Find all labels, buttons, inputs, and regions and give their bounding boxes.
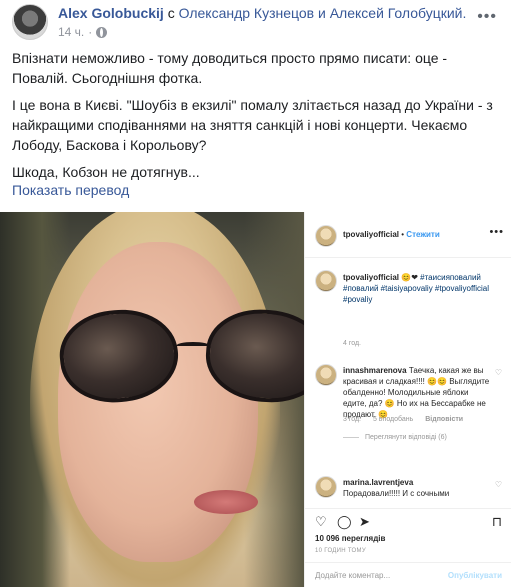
ig-comment-text: marina.lavrentjeva Порадовали!!!!! И с с… — [343, 477, 491, 499]
face — [55, 242, 304, 562]
show-translation-link[interactable]: Показать перевод — [12, 182, 129, 198]
ig-view-replies-button[interactable]: Переглянути відповіді (6) — [343, 434, 447, 441]
ig-post-header: tpovaliyofficial • Стежити ••• — [305, 212, 511, 258]
post-time[interactable]: 14 ч. — [58, 25, 84, 39]
post-header: Alex Golobuckij с Олександр Кузнецов и А… — [0, 0, 511, 46]
ig-comment-body: Порадовали!!!!! И с сочными — [343, 489, 450, 498]
sunglasses-right-lens — [202, 305, 304, 407]
instagram-side-panel: tpovaliyofficial • Стежити ••• tpovaliyo… — [304, 212, 511, 587]
share-icon[interactable]: ➤ — [359, 515, 370, 528]
ellipsis-icon[interactable]: ••• — [489, 226, 504, 238]
with-word: с — [167, 5, 175, 21]
ig-caption-age: 4 год. — [343, 340, 362, 347]
sunglasses-bridge — [176, 342, 210, 350]
sunglasses-left-lens — [55, 304, 183, 408]
ig-comment-likes[interactable]: 5 вподобань — [373, 416, 413, 423]
globe-icon[interactable] — [96, 26, 108, 38]
heart-icon[interactable]: ♡ — [495, 480, 502, 489]
ig-caption-username[interactable]: tpovaliyofficial — [343, 273, 399, 282]
ig-commenter-username[interactable]: innashmarenova — [343, 366, 407, 375]
ig-comment-input[interactable]: Додайте коментар... — [315, 571, 390, 580]
post-text: Впізнати неможливо - тому доводиться про… — [12, 48, 502, 189]
ig-post-age: 10 ГОДИН ТОМУ — [315, 548, 366, 554]
ig-comment-text: innashmarenova Таечка, какая же вы краси… — [343, 365, 491, 420]
comment-icon[interactable]: ◯ — [337, 515, 352, 528]
ig-reply-button[interactable]: Відповісти — [425, 416, 463, 423]
ig-view-count[interactable]: 10 096 переглядів — [315, 534, 385, 543]
tagged-people[interactable]: Олександр Кузнецов и Алексей Голобуцкий. — [179, 5, 467, 21]
ig-username[interactable]: tpovaliyofficial — [343, 230, 399, 239]
ig-add-comment-bar: Додайте коментар... Опублікувати — [305, 562, 511, 587]
post-paragraph: Шкода, Кобзон не дотягнув... — [12, 164, 200, 180]
post-meta: 14 ч. · — [58, 25, 108, 39]
dot-separator: · — [88, 25, 93, 39]
author-line: Alex Golobuckij с Олександр Кузнецов и А… — [58, 5, 466, 21]
post-paragraph: І це вона в Києві. "Шоубіз в екзилі" пом… — [12, 97, 493, 153]
author-avatar[interactable] — [12, 4, 48, 40]
author-name[interactable]: Alex Golobuckij — [58, 5, 164, 21]
lips — [194, 490, 258, 514]
heart-icon[interactable]: ♡ — [315, 515, 327, 528]
ig-separator: • — [401, 230, 405, 239]
instagram-screenshot[interactable]: tpovaliyofficial • Стежити ••• tpovaliyo… — [0, 212, 511, 587]
ig-avatar[interactable] — [315, 225, 337, 247]
ig-comment-age: 3 год. — [343, 416, 362, 423]
bookmark-icon[interactable]: ⊓ — [492, 515, 502, 528]
ig-comment-meta: 3 год. 5 вподобань Відповісти — [343, 416, 473, 423]
post-paragraph: Впізнати неможливо - тому доводиться про… — [12, 50, 448, 86]
ig-publish-button[interactable]: Опублікувати — [448, 571, 502, 580]
ig-caption-text: tpovaliyofficial 😊❤ #таисияповалий #пова… — [343, 272, 503, 305]
ig-caption-emoji: 😊❤ — [401, 273, 418, 282]
ig-header-line: tpovaliyofficial • Стежити — [343, 230, 440, 239]
selfie-photo — [0, 212, 304, 587]
ig-follow-button[interactable]: Стежити — [406, 230, 439, 239]
ig-commenter-avatar[interactable] — [315, 364, 337, 386]
ellipsis-icon[interactable]: ••• — [477, 8, 497, 26]
ig-commenter-avatar[interactable] — [315, 476, 337, 498]
ig-action-bar: ♡ ◯ ➤ ⊓ — [305, 508, 511, 532]
ig-commenter-username[interactable]: marina.lavrentjeva — [343, 478, 413, 487]
ig-avatar[interactable] — [315, 270, 337, 292]
heart-icon[interactable]: ♡ — [495, 368, 502, 377]
